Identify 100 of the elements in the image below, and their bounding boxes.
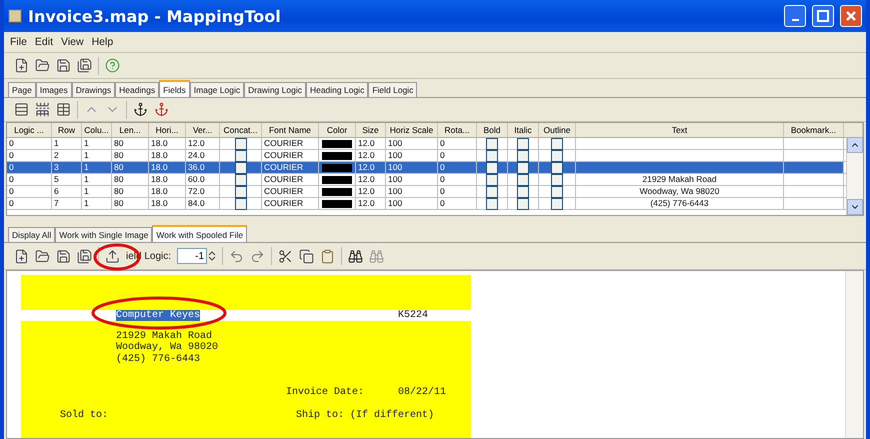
color-swatch[interactable] xyxy=(322,176,352,184)
checkbox[interactable] xyxy=(234,198,246,210)
anchor-icon[interactable] xyxy=(133,102,148,117)
checkbox[interactable] xyxy=(551,150,563,162)
new-file-icon[interactable] xyxy=(14,58,29,73)
color-swatch[interactable] xyxy=(322,188,352,196)
paste-icon[interactable] xyxy=(320,248,336,264)
column-header[interactable]: Font Name xyxy=(262,123,319,138)
table-cell: 12.0 xyxy=(356,138,386,150)
tab[interactable]: Heading Logic xyxy=(306,82,368,97)
tab[interactable]: Work with Single Image xyxy=(55,227,152,242)
redo-icon[interactable] xyxy=(250,248,266,264)
color-swatch[interactable] xyxy=(322,164,352,172)
close-button[interactable] xyxy=(840,5,862,27)
copy-icon[interactable] xyxy=(299,248,314,264)
checkbox[interactable] xyxy=(517,150,529,162)
checkbox[interactable] xyxy=(517,174,529,186)
upload-icon[interactable] xyxy=(105,248,120,264)
column-header[interactable]: Concat... xyxy=(220,123,262,138)
scroll-up-button[interactable] xyxy=(847,137,863,153)
undo-icon[interactable] xyxy=(229,248,244,264)
tab[interactable]: Images xyxy=(36,82,72,97)
checkbox[interactable] xyxy=(551,174,563,186)
checkbox[interactable] xyxy=(234,162,246,174)
folder-icon[interactable] xyxy=(35,58,50,73)
new-file-icon[interactable] xyxy=(14,248,29,264)
scrollbar[interactable] xyxy=(846,137,863,215)
save-icon[interactable] xyxy=(56,58,71,73)
tab[interactable]: Drawing Logic xyxy=(244,82,306,97)
checkbox[interactable] xyxy=(486,162,498,174)
insert-row-icon[interactable] xyxy=(14,102,29,117)
column-header[interactable]: Len... xyxy=(112,123,149,138)
column-header[interactable]: Row xyxy=(52,123,82,138)
scrollbar[interactable] xyxy=(845,271,863,438)
checkbox[interactable] xyxy=(517,186,529,198)
menu-item[interactable]: File xyxy=(10,36,27,48)
checkbox[interactable] xyxy=(551,162,563,174)
checkbox[interactable] xyxy=(486,174,498,186)
checkbox[interactable] xyxy=(234,174,246,186)
column-header[interactable]: Outline xyxy=(539,123,576,138)
checkbox[interactable] xyxy=(486,186,498,198)
checkbox[interactable] xyxy=(551,186,563,198)
color-swatch[interactable] xyxy=(322,140,352,148)
column-header[interactable]: Bold xyxy=(477,123,508,138)
tab[interactable]: Page xyxy=(8,82,36,97)
scroll-down-button[interactable] xyxy=(847,199,863,215)
column-header[interactable]: Logic ... xyxy=(7,123,52,138)
checkbox[interactable] xyxy=(234,150,246,162)
table-icon[interactable] xyxy=(56,102,71,117)
document-text[interactable]: Computer Keyes xyxy=(116,310,200,322)
help-icon[interactable] xyxy=(105,58,120,73)
checkbox[interactable] xyxy=(234,138,246,150)
column-header[interactable]: Ver... xyxy=(186,123,220,138)
column-header[interactable]: Hori... xyxy=(149,123,186,138)
table-cell: 18.0 xyxy=(149,162,186,174)
save-all-icon[interactable] xyxy=(77,58,92,73)
spinner-arrows-icon[interactable] xyxy=(208,250,216,262)
cut-icon[interactable] xyxy=(278,248,294,264)
checkbox[interactable] xyxy=(234,186,246,198)
checkbox[interactable] xyxy=(551,138,563,150)
tab[interactable]: Headings xyxy=(115,82,160,97)
menu-item[interactable]: View xyxy=(61,36,84,48)
color-swatch[interactable] xyxy=(322,200,352,208)
column-header[interactable]: Italic xyxy=(508,123,539,138)
document-text: K5224 xyxy=(398,310,428,322)
tab[interactable]: Drawings xyxy=(72,82,116,97)
tab[interactable]: Image Logic xyxy=(190,82,244,97)
checkbox[interactable] xyxy=(517,162,529,174)
checkbox[interactable] xyxy=(517,198,529,210)
color-swatch[interactable] xyxy=(322,152,352,160)
add-row-icon[interactable] xyxy=(35,102,50,117)
minimize-button[interactable] xyxy=(784,5,806,27)
field-logic-input[interactable]: -1 xyxy=(177,248,208,264)
column-header[interactable]: Text xyxy=(576,123,784,138)
column-header[interactable]: Rota... xyxy=(438,123,477,138)
checkbox[interactable] xyxy=(486,198,498,210)
maximize-button[interactable] xyxy=(812,5,834,27)
checkbox[interactable] xyxy=(486,150,498,162)
menu-item[interactable]: Edit xyxy=(34,36,54,48)
tab[interactable]: Display All xyxy=(8,227,56,242)
column-header[interactable]: Colu... xyxy=(82,123,112,138)
binoculars-icon[interactable] xyxy=(348,248,364,264)
tab[interactable]: Work with Spooled File xyxy=(152,225,248,242)
tab[interactable]: Fields xyxy=(159,80,190,97)
column-header[interactable]: Horiz Scale xyxy=(386,123,438,138)
table-cell: 12.0 xyxy=(356,174,386,186)
folder-icon[interactable] xyxy=(35,248,50,264)
app-icon xyxy=(8,9,22,23)
table-cell: 1 xyxy=(82,174,112,186)
column-header[interactable]: Size xyxy=(356,123,386,138)
anchor-crossed-icon[interactable] xyxy=(154,102,169,117)
save-icon[interactable] xyxy=(56,248,71,264)
column-header[interactable]: Bookmark... xyxy=(784,123,844,138)
checkbox[interactable] xyxy=(517,138,529,150)
tab[interactable]: Field Logic xyxy=(368,82,418,97)
save-all-icon[interactable] xyxy=(77,248,92,264)
checkbox[interactable] xyxy=(551,198,563,210)
checkbox[interactable] xyxy=(486,138,498,150)
column-header[interactable]: Color xyxy=(319,123,356,138)
menu-item[interactable]: Help xyxy=(92,36,114,48)
